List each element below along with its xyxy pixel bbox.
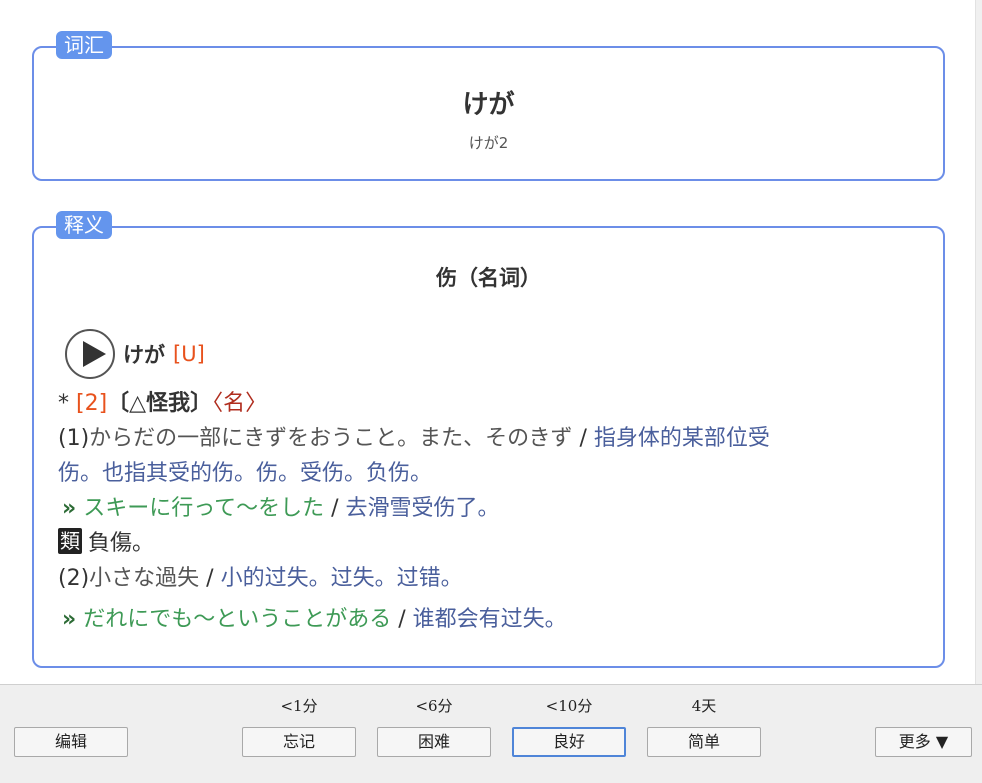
definition-title: 伤（名词） — [436, 265, 541, 290]
word-headword: けが — [462, 90, 515, 120]
example-2-sep: / — [391, 607, 413, 632]
hard-button[interactable]: 困难 — [377, 727, 491, 757]
answer-bar: 编辑 <1分 忘记 <6分 困难 <10分 良好 4天 简单 更多 ▼ — [0, 684, 982, 783]
synonym-text: 負傷。 — [88, 531, 155, 556]
entry-kanji: 〔△怪我〕 — [107, 391, 213, 416]
more-button[interactable]: 更多 ▼ — [875, 727, 972, 757]
sense-1-cont: 伤。也指其受的伤。伤。受伤。负伤。 — [58, 456, 898, 491]
definition-section: 释义 伤（名词） けが [U] * [2]〔△怪我〕〈名〉 (1)からだの一部に… — [32, 211, 945, 668]
sense-1-jp: からだの一部にきずをおうこと。また、そのきず — [89, 426, 573, 451]
sense-2-label: (2) — [58, 566, 90, 591]
sense-1-cn-line1: 指身体的某部位受 — [593, 426, 770, 451]
sense-1-sep: / — [572, 426, 594, 451]
scrollbar[interactable] — [975, 0, 982, 684]
example-2-jp: だれにでも～ということがある — [83, 607, 392, 632]
example-2-marker: » — [62, 607, 77, 632]
synonym-line: 類負傷。 — [58, 526, 898, 561]
card-view: 词汇 けが けが2 释义 伤（名词） けが [U] * [2]〔△怪我〕〈名〉 … — [0, 0, 982, 684]
example-2: » だれにでも～ということがある / 谁都会有过失。 — [58, 602, 898, 637]
easy-interval: 4天 — [691, 697, 717, 715]
sense-2-cn: 小的过失。过失。过错。 — [220, 566, 463, 591]
entry-star: * — [58, 391, 76, 416]
example-1: » スキーに行って～をした / 去滑雪受伤了。 — [58, 491, 898, 526]
example-1-sep: / — [324, 496, 346, 521]
hard-interval: <6分 — [415, 697, 453, 715]
synonym-badge: 類 — [58, 528, 82, 554]
sense-2-sep: / — [199, 566, 221, 591]
example-1-marker: » — [62, 496, 77, 521]
word-reading: けが2 — [468, 134, 509, 152]
edit-button[interactable]: 编辑 — [14, 727, 128, 757]
again-interval: <1分 — [280, 697, 318, 715]
sense-2: (2)小さな過失 / 小的过失。过失。过错。 — [58, 561, 898, 596]
example-1-jp: スキーに行って～をした — [83, 496, 325, 521]
entry-body: * [2]〔△怪我〕〈名〉 (1)からだの一部にきずをおうこと。また、そのきず … — [58, 386, 898, 637]
entry-part-of-speech: 〈名〉 — [212, 391, 268, 416]
entry-header: けが [U] — [65, 326, 205, 382]
again-button[interactable]: 忘记 — [242, 727, 356, 757]
entry-level-tag: [U] — [173, 342, 205, 366]
sense-1-cn-line2: 伤。也指其受的伤。伤。受伤。负伤。 — [58, 461, 433, 486]
entry-line-header: * [2]〔△怪我〕〈名〉 — [58, 386, 898, 421]
vocab-section: 词汇 けが けが2 — [32, 31, 945, 181]
entry-kana: けが — [123, 343, 165, 367]
example-1-cn: 去滑雪受伤了。 — [345, 496, 500, 521]
vocab-section-label: 词汇 — [56, 31, 112, 59]
good-button[interactable]: 良好 — [512, 727, 626, 757]
definition-section-label: 释义 — [56, 211, 112, 239]
example-2-cn: 谁都会有过失。 — [412, 607, 567, 632]
sense-2-jp: 小さな過失 — [89, 566, 200, 591]
easy-button[interactable]: 简单 — [647, 727, 761, 757]
entry-accent-number: [2] — [76, 391, 108, 416]
sense-1: (1)からだの一部にきずをおうこと。また、そのきず / 指身体的某部位受 — [58, 421, 898, 456]
good-interval: <10分 — [545, 697, 593, 715]
sense-1-label: (1) — [58, 426, 90, 451]
play-audio-icon[interactable] — [65, 329, 115, 379]
